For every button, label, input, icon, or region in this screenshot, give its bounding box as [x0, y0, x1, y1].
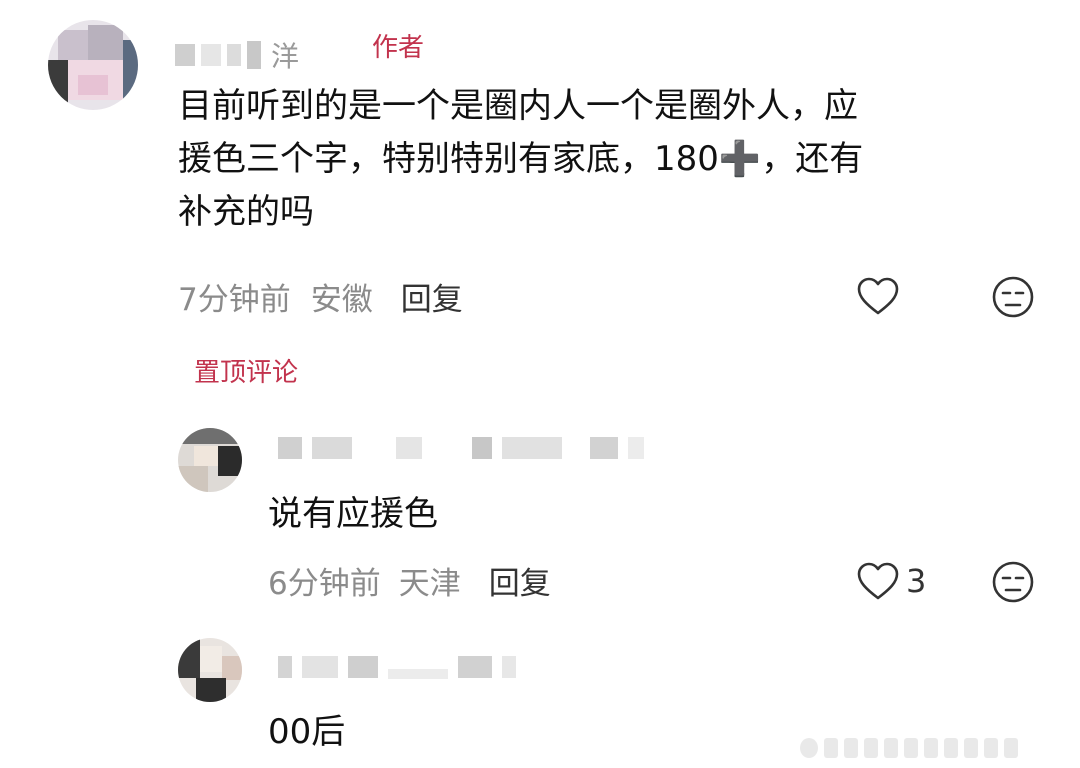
comment-location: 安徽	[310, 282, 373, 318]
comment-text: 目前听到的是一个是圈内人一个是圈外人，应 援色三个字，特别特别有家底，180➕，…	[178, 80, 1058, 239]
reply-username-1[interactable]	[278, 437, 644, 459]
reply-meta-row-1: 6分钟前 天津 回复	[268, 558, 551, 603]
reply-avatar-1[interactable]	[178, 428, 242, 492]
username-visible-char: 洋	[271, 40, 300, 73]
author-tag: 作者	[372, 33, 425, 63]
reply-time-1: 6分钟前	[268, 566, 381, 602]
comment-line-3: 补充的吗	[178, 192, 314, 232]
heart-icon[interactable]	[856, 561, 900, 601]
comment-time: 7分钟前	[178, 282, 291, 318]
comment-line-1: 目前听到的是一个是圈内人一个是圈外人，应	[178, 86, 858, 126]
reply-text-1: 说有应援色	[268, 494, 438, 534]
pinned-comment-label: 置顶评论	[194, 358, 299, 388]
commenter-avatar[interactable]	[48, 20, 138, 110]
comment-line-2: 援色三个字，特别特别有家底，180➕，还有	[178, 139, 864, 179]
reply-username-2[interactable]	[278, 655, 516, 679]
reply-location-1: 天津	[398, 566, 461, 602]
comment-meta-row: 7分钟前 安徽 回复	[178, 274, 463, 319]
reply-text-2: 00后	[268, 712, 346, 752]
like-count-1: 3	[906, 562, 927, 600]
reply-button-1[interactable]: 回复	[489, 558, 551, 603]
reply-button[interactable]: 回复	[401, 274, 463, 319]
reply-avatar-2[interactable]	[178, 638, 242, 702]
watermark	[800, 728, 1080, 768]
commenter-username[interactable]: 洋	[175, 35, 299, 75]
heart-icon[interactable]	[856, 276, 900, 316]
meh-face-icon[interactable]	[991, 275, 1035, 319]
meh-face-icon[interactable]	[991, 560, 1035, 604]
